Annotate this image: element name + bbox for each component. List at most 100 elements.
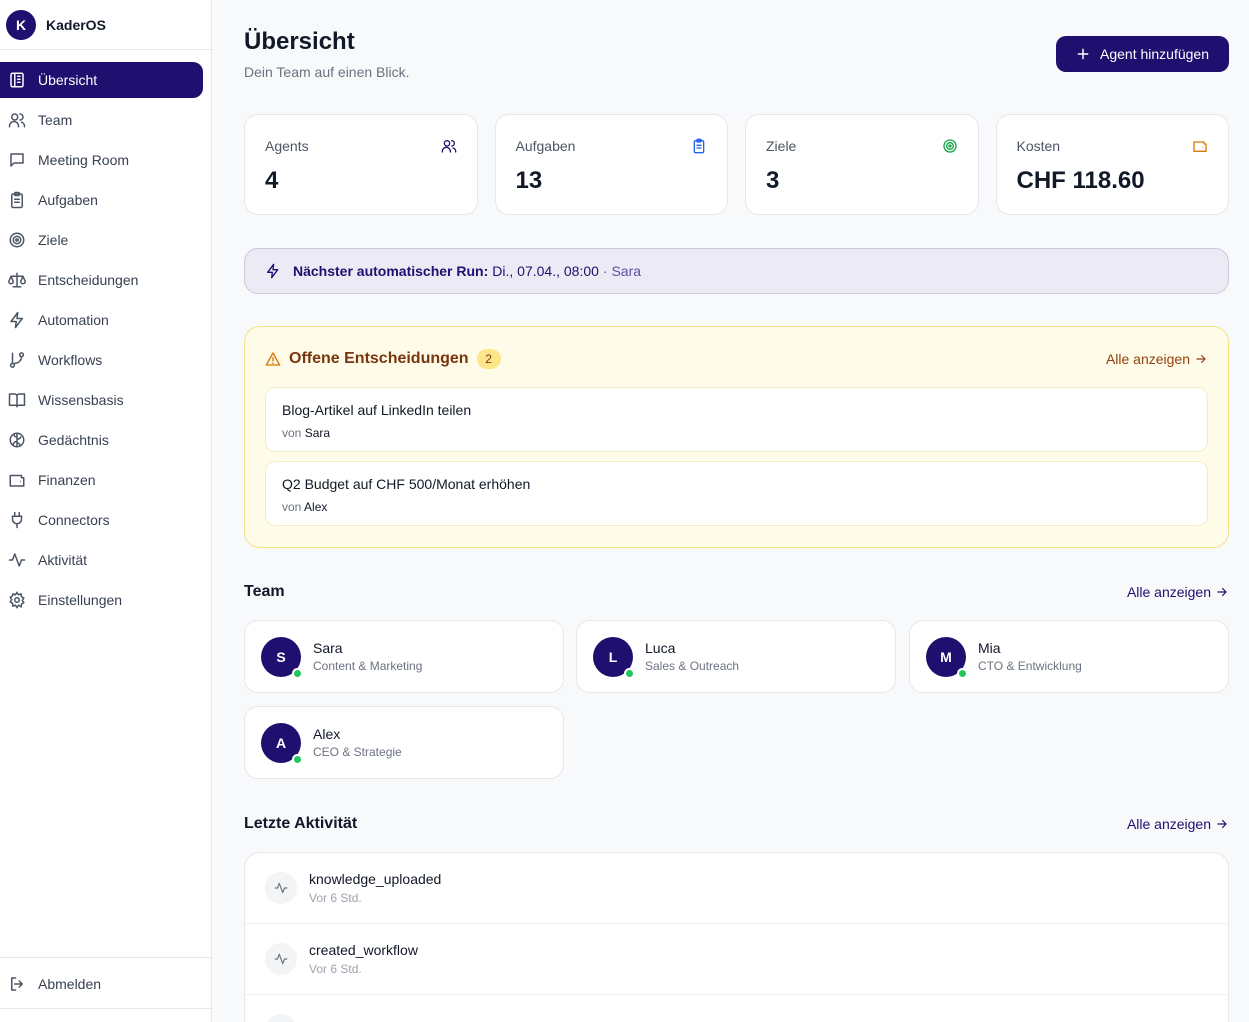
decision-author-name: Sara — [304, 426, 331, 440]
sidebar-item-einstellungen[interactable]: Einstellungen — [0, 582, 203, 618]
activity-item[interactable]: agent_run_completed — [245, 995, 1228, 1022]
member-name: Mia — [978, 640, 1001, 656]
avatar-initial: S — [276, 648, 286, 665]
activity-item[interactable]: knowledge_uploaded Vor 6 Std. — [245, 853, 1228, 924]
stat-card-ziele[interactable]: Ziele 3 — [745, 114, 979, 215]
add-agent-label: Agent hinzufügen — [1100, 46, 1209, 62]
avatar: A — [261, 722, 303, 765]
avatar-initial: A — [275, 734, 287, 751]
warning-icon — [265, 351, 281, 367]
team-member-card[interactable]: S Sara Content & Marketing — [244, 620, 564, 693]
sidebar-item-entscheidungen[interactable]: Entscheidungen — [0, 262, 203, 298]
member-role: Content & Marketing — [313, 659, 423, 673]
avatar: L — [593, 636, 635, 679]
team-member-card[interactable]: L Luca Sales & Outreach — [576, 620, 896, 693]
decision-item[interactable]: Blog-Artikel auf LinkedIn teilen von Sar… — [265, 387, 1208, 452]
member-role: CTO & Entwicklung — [978, 659, 1082, 673]
users-icon — [8, 111, 26, 129]
stat-value: 3 — [766, 167, 780, 194]
online-indicator — [957, 667, 968, 679]
decision-title: Q2 Budget auf CHF 500/Monat erhöhen — [282, 476, 531, 492]
sidebar-item-team[interactable]: Team — [0, 102, 203, 138]
sidebar-item-label: Einstellungen — [38, 592, 123, 608]
sidebar-item-label: Wissensbasis — [38, 392, 124, 408]
member-role: Sales & Outreach — [645, 659, 740, 673]
decision-author-prefix: von — [282, 500, 302, 514]
sidebar-item-label: Gedächtnis — [38, 432, 109, 448]
team-section-title: Team — [244, 583, 285, 600]
team-show-all-link[interactable]: Alle anzeigen — [1127, 584, 1229, 600]
brand[interactable]: K KaderOS — [0, 0, 211, 50]
plus-icon — [1076, 47, 1090, 61]
sidebar-item-gedaechtnis[interactable]: Gedächtnis — [0, 422, 203, 458]
activity-item[interactable]: created_workflow Vor 6 Std. — [245, 924, 1228, 995]
logout-label: Abmelden — [38, 976, 102, 992]
sidebar-item-aufgaben[interactable]: Aufgaben — [0, 182, 203, 218]
stat-card-aufgaben[interactable]: Aufgaben 13 — [494, 114, 728, 215]
clipboard-icon — [691, 138, 707, 154]
decision-title: Blog-Artikel auf LinkedIn teilen — [282, 402, 472, 418]
sidebar-item-label: Finanzen — [38, 472, 96, 488]
brain-icon — [8, 431, 26, 449]
add-agent-button[interactable]: Agent hinzufügen — [1056, 36, 1229, 72]
sidebar-item-label: Connectors — [38, 512, 110, 528]
sidebar-item-aktivitaet[interactable]: Aktivität — [0, 542, 203, 578]
stat-card-agents[interactable]: Agents 4 — [244, 114, 478, 215]
gear-icon — [8, 591, 26, 609]
stat-label: Kosten — [1016, 138, 1061, 154]
sidebar-item-finanzen[interactable]: Finanzen — [0, 462, 203, 498]
stats-row: Agents 4 Aufgaben 13 Ziele 3 Kosten CHF … — [244, 114, 1229, 215]
decisions-link-label: Alle anzeigen — [1105, 351, 1190, 367]
decisions-count-badge: 2 — [476, 349, 501, 369]
sidebar-item-meeting-room[interactable]: Meeting Room — [0, 142, 203, 178]
team-link-label: Alle anzeigen — [1126, 584, 1211, 600]
activity-icon — [265, 1014, 297, 1022]
brand-name: KaderOS — [46, 16, 106, 33]
decision-author: von Alex — [282, 500, 1191, 514]
page-title: Übersicht — [244, 28, 355, 55]
sidebar-nav: Übersicht Team Meeting Room Aufgaben Zie… — [0, 50, 211, 618]
sidebar-item-ziele[interactable]: Ziele — [0, 222, 203, 258]
sidebar-item-label: Aufgaben — [38, 192, 98, 208]
plug-icon — [8, 511, 26, 529]
sidebar-item-label: Automation — [38, 312, 109, 328]
bolt-icon — [8, 311, 26, 329]
team-member-card[interactable]: A Alex CEO & Strategie — [244, 706, 564, 779]
logout-button[interactable]: Abmelden — [0, 966, 203, 1002]
decision-author: von Sara — [282, 426, 1191, 440]
decisions-show-all-link[interactable]: Alle anzeigen — [1106, 351, 1208, 367]
logout-icon — [8, 975, 26, 993]
avatar: S — [261, 636, 303, 679]
team-member-card[interactable]: M Mia CTO & Entwicklung — [909, 620, 1229, 693]
activity-show-all-link[interactable]: Alle anzeigen — [1127, 816, 1229, 832]
sidebar: K KaderOS Übersicht Team Meeting Room Au… — [0, 0, 212, 1022]
stat-value: 13 — [515, 167, 543, 194]
decision-item[interactable]: Q2 Budget auf CHF 500/Monat erhöhen von … — [265, 461, 1208, 526]
activity-section-title: Letzte Aktivität — [244, 815, 358, 832]
member-role: CEO & Strategie — [313, 745, 402, 759]
activity-icon — [265, 872, 297, 904]
sidebar-item-label: Meeting Room — [38, 152, 130, 168]
decision-author-prefix: von — [282, 426, 302, 440]
sidebar-item-workflows[interactable]: Workflows — [0, 342, 203, 378]
activity-icon — [8, 551, 26, 569]
stat-value: 4 — [265, 167, 279, 194]
target-icon — [8, 231, 26, 249]
scale-icon — [8, 271, 26, 289]
member-name: Sara — [313, 640, 343, 656]
activity-link-label: Alle anzeigen — [1126, 816, 1211, 832]
arrow-right-icon — [1194, 352, 1208, 366]
sidebar-item-uebersicht[interactable]: Übersicht — [0, 62, 203, 98]
stat-card-kosten[interactable]: Kosten CHF 118.60 — [995, 114, 1229, 215]
page-subtitle: Dein Team auf einen Blick. — [244, 64, 410, 80]
sidebar-item-automation[interactable]: Automation — [0, 302, 203, 338]
activity-name: created_workflow — [309, 942, 418, 958]
sidebar-item-connectors[interactable]: Connectors — [0, 502, 203, 538]
git-branch-icon — [8, 351, 26, 369]
target-icon — [942, 138, 958, 154]
sidebar-item-label: Team — [38, 112, 73, 128]
message-icon — [8, 151, 26, 169]
sidebar-item-wissensbasis[interactable]: Wissensbasis — [0, 382, 203, 418]
book-icon — [8, 391, 26, 409]
stat-label: Agents — [265, 138, 309, 154]
